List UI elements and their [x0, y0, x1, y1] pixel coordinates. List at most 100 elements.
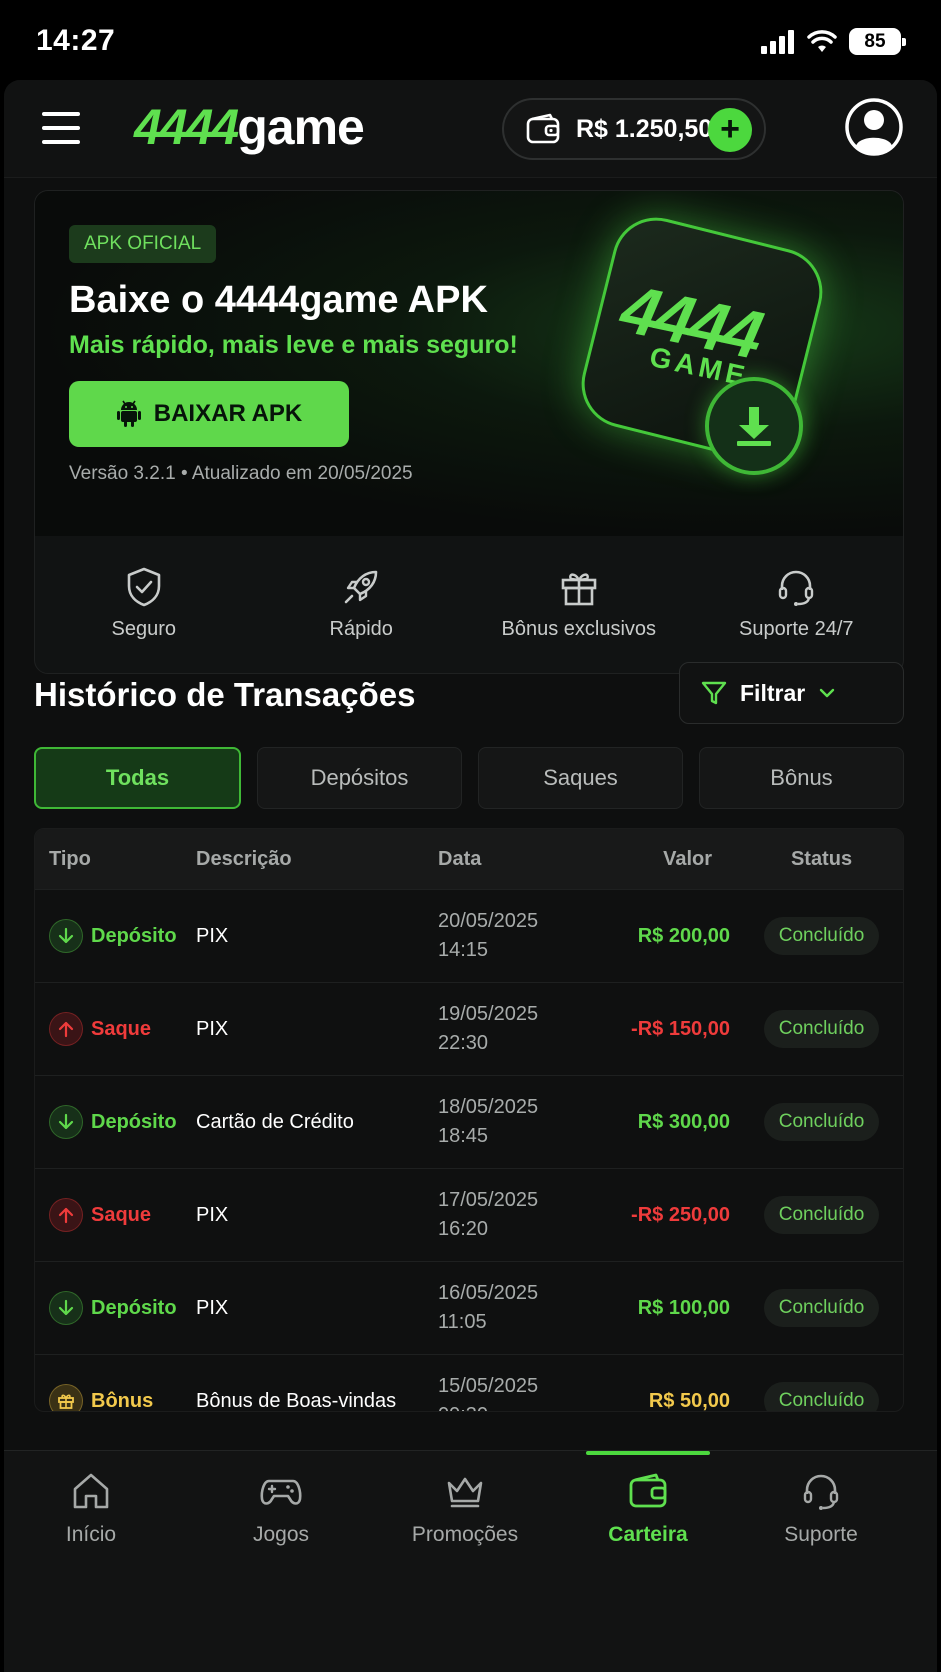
row-type: Depósito [35, 1105, 196, 1139]
table-row[interactable]: Saque PIX 19/05/2025 22:30 -R$ 150,00 Concluí… [35, 982, 903, 1075]
row-date: 15/05/2025 09:30 [438, 1372, 588, 1411]
row-type: Bônus [35, 1384, 196, 1412]
row-amount: -R$ 150,00 [631, 1017, 730, 1040]
row-date-day: 15/05/2025 [438, 1375, 539, 1397]
filter-button[interactable]: Filtrar [679, 662, 904, 724]
row-amount: -R$ 250,00 [631, 1203, 730, 1226]
banner-subtitle: Mais rápido, mais leve e mais seguro! [69, 331, 518, 359]
logo-number: 4444 [134, 99, 239, 155]
filter-label: Filtrar [740, 679, 806, 706]
column-descricao: Descrição [196, 847, 292, 870]
status-badge: Concluído [763, 1196, 880, 1234]
row-date: 19/05/2025 22:30 [438, 1000, 588, 1058]
feature-bonus: Bônus exclusivos [470, 536, 688, 673]
row-amount: R$ 300,00 [637, 1110, 730, 1133]
row-status: Concluído [740, 1010, 903, 1048]
table-row[interactable]: Depósito PIX 20/05/2025 14:15 R$ 200,00 Concl… [35, 889, 903, 982]
row-type-label: Depósito [91, 1110, 177, 1133]
nav-promocoes[interactable]: Promoções [375, 1469, 555, 1547]
status-bar: 14:27 85 [0, 0, 941, 80]
row-type-label: Depósito [91, 1296, 177, 1319]
row-type-label: Bônus [91, 1389, 154, 1412]
filter-icon [701, 681, 727, 705]
tab-todas[interactable]: Todas [34, 747, 241, 809]
feature-label: Bônus exclusivos [501, 618, 657, 640]
row-date-time: 22:30 [438, 1032, 489, 1054]
row-date-day: 17/05/2025 [438, 1189, 539, 1211]
brand-logo[interactable]: 4444game [134, 98, 365, 156]
row-date-day: 18/05/2025 [438, 1096, 539, 1118]
table-row[interactable]: Bônus Bônus de Boas-vindas 15/05/2025 09:30… [35, 1354, 903, 1412]
app-screen: 4444game R$ 1.250,50 + APK OFICIAL Baixe… [4, 80, 937, 1672]
column-valor: Valor [663, 847, 712, 870]
row-type: Saque [35, 1198, 196, 1232]
transactions-table: Tipo Descrição Data Valor Status Depósit… [34, 828, 904, 1412]
tab-saques[interactable]: Saques [478, 747, 683, 809]
nav-label: Carteira [608, 1523, 688, 1546]
feature-suporte: Suporte 24/7 [688, 536, 904, 673]
top-header: 4444game R$ 1.250,50 + [4, 80, 937, 178]
gift-icon [561, 573, 597, 606]
row-date: 18/05/2025 18:45 [438, 1093, 588, 1151]
wallet-balance[interactable]: R$ 1.250,50 + [502, 98, 766, 160]
download-icon [705, 377, 803, 475]
banner-hero: APK OFICIAL Baixe o 4444game APK Mais rá… [35, 191, 903, 536]
arrow-down-icon [49, 1291, 83, 1325]
menu-bar [42, 112, 80, 116]
row-date-time: 18:45 [438, 1125, 489, 1147]
nav-label: Jogos [252, 1523, 310, 1546]
row-type: Depósito [35, 1291, 196, 1325]
row-date-day: 19/05/2025 [438, 1003, 539, 1025]
headset-icon [779, 570, 814, 606]
avatar[interactable] [844, 97, 904, 157]
history-title: Histórico de Transações [34, 676, 416, 713]
battery-indicator: 85 [849, 28, 906, 55]
table-row[interactable]: Depósito Cartão de Crédito 18/05/2025 18:45… [35, 1075, 903, 1168]
row-status: Concluído [740, 1103, 903, 1141]
row-type-label: Depósito [91, 924, 177, 947]
nav-suporte[interactable]: Suporte [731, 1469, 911, 1547]
wifi-icon [807, 29, 837, 52]
nav-label: Promoções [411, 1523, 519, 1546]
status-badge: Concluído [763, 1289, 880, 1327]
column-data: Data [438, 847, 482, 870]
row-amount: R$ 50,00 [648, 1389, 730, 1412]
nav-label: Início [65, 1523, 117, 1546]
row-description: PIX [196, 1017, 229, 1040]
tab-depositos[interactable]: Depósitos [257, 747, 462, 809]
row-status: Concluído [740, 1289, 903, 1327]
row-status: Concluído [740, 1196, 903, 1234]
apk-banner: APK OFICIAL Baixe o 4444game APK Mais rá… [34, 190, 904, 674]
row-description: PIX [196, 1296, 229, 1319]
row-date: 20/05/2025 14:15 [438, 907, 588, 965]
wallet-icon [629, 1473, 667, 1508]
headset-icon [803, 1474, 839, 1510]
status-badge: Concluído [763, 1010, 880, 1048]
gamepad-icon [260, 1479, 302, 1505]
table-row[interactable]: Depósito PIX 16/05/2025 11:05 R$ 100,00 Concl… [35, 1261, 903, 1354]
bottom-navigation: Início Jogos Promoções Carteira Suporte [4, 1450, 937, 1672]
row-type: Saque [35, 1012, 196, 1046]
table-row[interactable]: Saque PIX 17/05/2025 16:20 -R$ 250,00 Concluí… [35, 1168, 903, 1261]
row-description: Bônus de Boas-vindas [196, 1389, 397, 1412]
nav-carteira[interactable]: Carteira [558, 1469, 738, 1547]
wallet-amount: R$ 1.250,50 [576, 114, 713, 143]
menu-button[interactable] [42, 112, 80, 144]
row-description: PIX [196, 1203, 229, 1226]
download-apk-button[interactable]: BAIXAR APK [69, 381, 349, 447]
row-amount: R$ 100,00 [637, 1296, 730, 1319]
logo-text: game [237, 99, 365, 155]
nav-jogos[interactable]: Jogos [191, 1469, 371, 1547]
shield-check-icon [127, 567, 161, 607]
feature-list: Seguro Rápido Bônus exclusivos Suporte 2… [35, 536, 904, 673]
nav-inicio[interactable]: Início [4, 1469, 181, 1547]
home-icon [73, 1473, 109, 1509]
gift-icon [49, 1384, 83, 1411]
add-funds-button[interactable]: + [708, 108, 752, 152]
chevron-down-icon [819, 688, 835, 698]
row-date-time: 09:30 [438, 1401, 588, 1411]
row-date-day: 16/05/2025 [438, 1282, 539, 1304]
arrow-down-icon [49, 919, 83, 953]
android-icon [116, 400, 141, 427]
tab-bonus[interactable]: Bônus [699, 747, 904, 809]
